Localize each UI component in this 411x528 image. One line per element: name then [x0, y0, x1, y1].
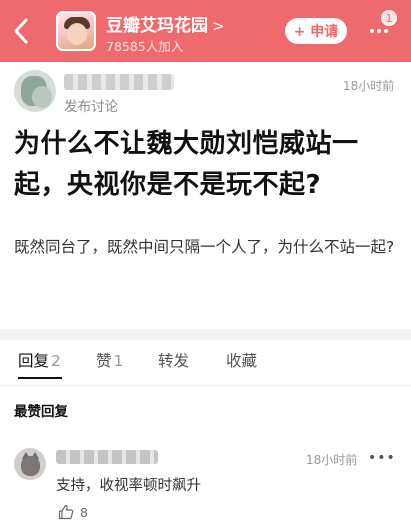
tab-label: 转发	[158, 352, 190, 370]
tab-label: 赞	[96, 352, 112, 370]
dot-icon	[384, 29, 388, 33]
back-button[interactable]	[6, 14, 36, 48]
post-title: 为什么不让魏大勋刘恺威站一起，央视你是不是玩不起?	[14, 129, 359, 200]
reply-author-name-redacted[interactable]	[56, 450, 158, 464]
reply-author-avatar[interactable]	[14, 448, 46, 480]
screen: 豆瓣艾玛花园 > 78585人加入 + 申请 1 18小时前 发布讨论 为什么不让…	[0, 0, 411, 528]
tab-replies[interactable]: 回复 2	[18, 349, 61, 371]
tab-count: 2	[51, 352, 61, 370]
notification-badge: 1	[381, 10, 397, 26]
post-author-name-redacted[interactable]	[64, 74, 174, 90]
post-author-avatar[interactable]	[14, 70, 56, 112]
active-tab-indicator	[18, 377, 62, 379]
tab-reposts[interactable]: 转发	[158, 349, 189, 371]
reply-timestamp: 18小时前	[306, 453, 358, 467]
group-header: 豆瓣艾玛花园 > 78585人加入 + 申请 1	[0, 0, 411, 62]
reply-like-button[interactable]: 8	[58, 504, 88, 520]
post-type-label: 发布讨论	[64, 99, 118, 115]
tab-label: 回复	[18, 352, 50, 370]
group-avatar[interactable]	[56, 11, 96, 51]
group-name-link[interactable]: 豆瓣艾玛花园 >	[106, 11, 225, 36]
post-timestamp: 18小时前	[343, 79, 395, 93]
reply-text: 支持，收视率顿时飙升	[56, 478, 201, 494]
group-name: 豆瓣艾玛花园	[106, 16, 208, 36]
tabs-divider	[0, 385, 411, 386]
top-replies-heading: 最赞回复	[14, 404, 68, 420]
post-body: 既然同台了，既然中间只隔一个人了，为什么不站一起?	[14, 238, 395, 256]
dot-icon	[377, 29, 381, 33]
tab-label: 收藏	[226, 352, 258, 370]
chevron-left-icon	[14, 18, 28, 44]
like-count: 8	[80, 504, 88, 520]
reply-more-button[interactable]: •••	[368, 450, 396, 466]
group-member-count: 78585人加入	[106, 39, 184, 54]
tab-favorites[interactable]: 收藏	[226, 349, 257, 371]
thumbs-up-icon	[58, 504, 74, 520]
chevron-right-icon: >	[212, 17, 225, 35]
tab-count: 1	[113, 352, 124, 370]
tab-likes[interactable]: 赞1	[96, 349, 123, 371]
apply-join-button[interactable]: + 申请	[285, 18, 347, 44]
section-divider	[0, 329, 411, 340]
dot-icon	[370, 29, 374, 33]
